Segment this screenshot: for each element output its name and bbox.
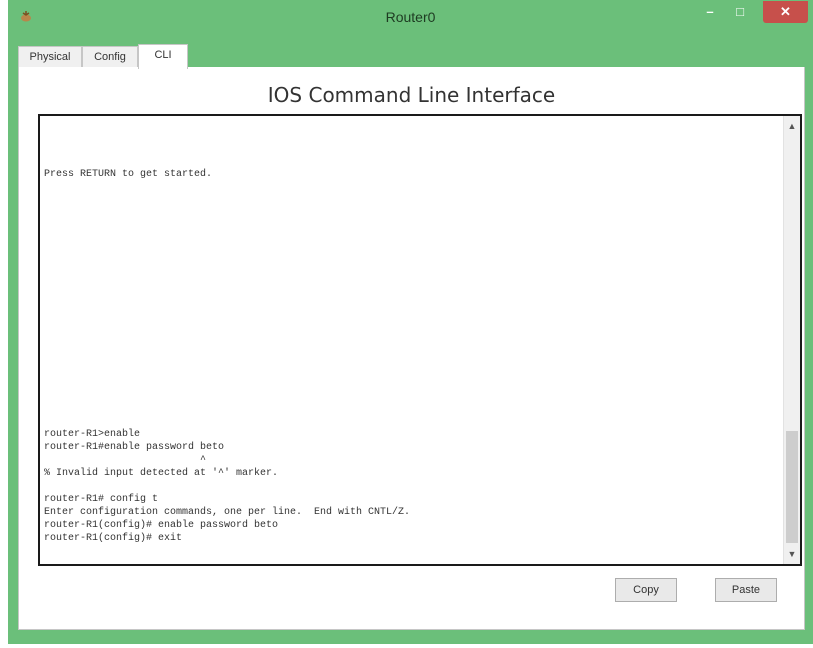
- scroll-up-arrow-icon[interactable]: ▲: [784, 118, 800, 134]
- copy-button[interactable]: Copy: [615, 578, 677, 602]
- paste-button[interactable]: Paste: [715, 578, 777, 602]
- tab-physical[interactable]: Physical: [18, 46, 82, 68]
- window-title: Router0: [385, 9, 436, 25]
- close-button[interactable]: ✕: [763, 1, 808, 23]
- terminal-output[interactable]: Press RETURN to get started. router-R1>e…: [44, 116, 774, 564]
- tab-cli[interactable]: CLI: [138, 44, 188, 69]
- title-bar[interactable]: Router0 – □ ✕: [8, 0, 813, 36]
- maximize-button[interactable]: □: [726, 1, 754, 23]
- scroll-down-arrow-icon[interactable]: ▼: [784, 546, 800, 562]
- panel-heading: IOS Command Line Interface: [267, 83, 556, 107]
- cli-terminal[interactable]: Press RETURN to get started. router-R1>e…: [38, 114, 802, 566]
- tab-config[interactable]: Config: [82, 46, 138, 68]
- scroll-thumb[interactable]: [786, 431, 798, 543]
- router0-window: Router0 – □ ✕ Physical Config CLI IOS Co…: [8, 0, 813, 644]
- tab-bar: Physical Config CLI: [18, 44, 805, 69]
- terminal-scrollbar[interactable]: ▲ ▼: [783, 116, 800, 564]
- cli-panel: IOS Command Line Interface Press RETURN …: [18, 67, 805, 630]
- minimize-button[interactable]: –: [696, 1, 724, 23]
